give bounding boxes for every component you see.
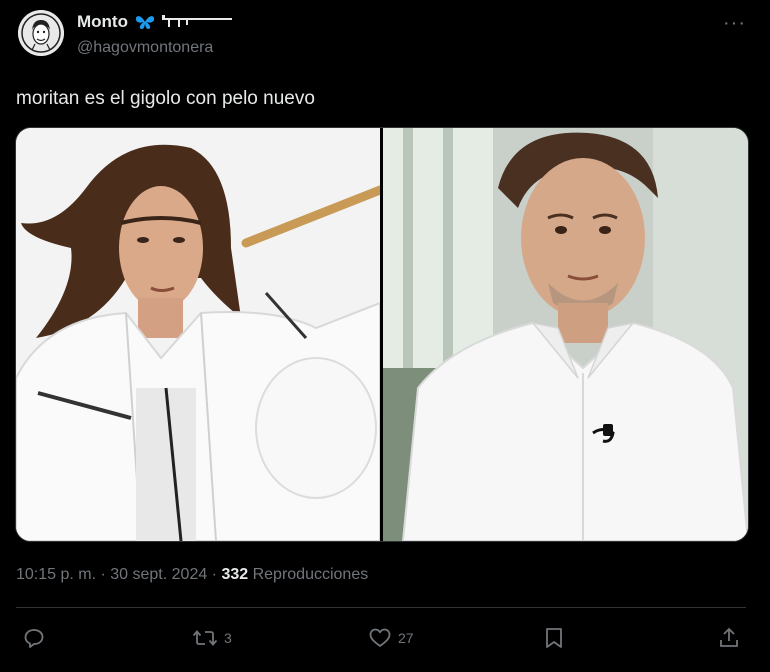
divider-line <box>16 607 746 608</box>
retweet-count: 3 <box>224 630 232 646</box>
views-count: 332 <box>221 566 249 583</box>
bookmark-icon <box>546 628 562 648</box>
reply-button[interactable] <box>22 626 46 650</box>
tweet-meta: 10:15 p. m. · 30 sept. 2024 · 332 Reprod… <box>16 566 368 584</box>
tweet-media[interactable] <box>15 127 749 542</box>
like-count: 27 <box>398 630 414 646</box>
like-button[interactable]: 27 <box>368 626 414 650</box>
retweet-button[interactable]: 3 <box>192 626 232 650</box>
views-label: Reproducciones <box>248 566 369 583</box>
action-bar: 3 27 <box>0 622 770 656</box>
share-icon <box>720 627 738 647</box>
retweet-icon <box>192 630 218 646</box>
face-caricature-icon <box>18 10 64 56</box>
display-name[interactable]: Monto <box>77 12 128 32</box>
heart-icon <box>369 628 391 647</box>
man-long-hair-white-jacket-photo[interactable] <box>16 128 380 541</box>
tweet-card: Monto @hagovmontonera ··· moritan es el … <box>0 0 770 672</box>
man-short-hair-white-shirt-photo[interactable] <box>383 128 748 541</box>
reply-icon <box>24 629 44 648</box>
butterfly-icon <box>135 16 155 29</box>
rifle-icon <box>161 15 232 27</box>
avatar[interactable] <box>18 10 64 56</box>
share-button[interactable] <box>717 626 741 650</box>
more-options-icon[interactable]: ··· <box>723 12 746 35</box>
bookmark-button[interactable] <box>542 626 566 650</box>
author-handle[interactable]: @hagovmontonera <box>77 39 213 57</box>
tweet-text: moritan es el gigolo con pelo nuevo <box>16 88 315 109</box>
author-name-row: Monto <box>77 12 232 32</box>
timestamp[interactable]: 10:15 p. m. · 30 sept. 2024 · <box>16 566 221 583</box>
